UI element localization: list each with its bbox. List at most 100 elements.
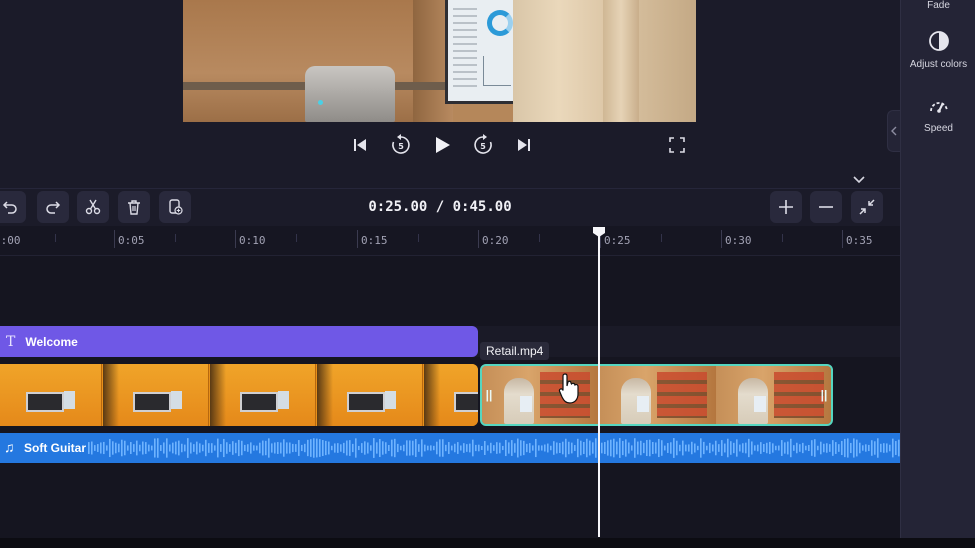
waveform-bar (394, 438, 396, 458)
waveform-bar (823, 443, 825, 453)
zoom-out-button[interactable] (810, 191, 842, 223)
fade-option[interactable]: Fade (901, 0, 975, 11)
waveform-bar (220, 444, 222, 452)
timecode-display: 0:25.00 / 0:45.00 (368, 199, 512, 215)
text-icon: T (6, 333, 16, 350)
ruler-tick (357, 230, 358, 248)
playhead-line[interactable] (598, 232, 600, 537)
waveform-bar (772, 443, 774, 453)
ruler-tick-minor (296, 234, 297, 242)
waveform-bar (751, 441, 753, 455)
waveform-bar (406, 440, 408, 456)
waveform-bar (892, 438, 894, 458)
ruler-label: 0:15 (361, 234, 388, 247)
waveform-bar (454, 443, 456, 453)
svg-text:5: 5 (480, 142, 486, 151)
waveform-bar (613, 438, 615, 458)
waveform-bar (496, 442, 498, 454)
waveform-bar (514, 443, 516, 453)
timeline-tracks[interactable]: T Welcome Retail.mp4 || || ♫ Soft Guitar (0, 256, 900, 538)
text-clip-welcome[interactable]: T Welcome (0, 326, 478, 357)
forward-5-button[interactable]: 5 (468, 130, 498, 160)
timeline-ruler[interactable]: 0:00 0:05 0:10 0:15 0:20 0:25 0:30 0:35 (0, 226, 900, 256)
trim-handle-left[interactable]: || (482, 366, 496, 424)
waveform-bar (808, 444, 810, 452)
preview-person-arm (603, 0, 639, 122)
video-clip-retail[interactable]: || || (480, 364, 833, 426)
undo-icon (2, 201, 17, 214)
skip-back-icon (354, 139, 366, 151)
waveform-bar (730, 441, 732, 455)
waveform-bar (142, 441, 144, 455)
trim-handle-right[interactable]: || (817, 366, 831, 424)
waveform-bar (304, 443, 306, 453)
waveform-bar (112, 441, 114, 455)
video-clip-intro[interactable] (0, 364, 478, 426)
waveform-bar (889, 444, 891, 452)
waveform-bar (298, 440, 300, 456)
ruler-label: 0:20 (482, 234, 509, 247)
waveform-bar (166, 438, 168, 458)
waveform-bar (472, 439, 474, 457)
waveform-bar (517, 438, 519, 458)
waveform-bar (712, 444, 714, 452)
waveform-bar (829, 444, 831, 452)
waveform-bar (160, 445, 162, 451)
waveform-bar (439, 439, 441, 457)
waveform-bar (847, 438, 849, 458)
clip-thumbnail (210, 364, 316, 426)
contrast-icon (928, 31, 949, 51)
waveform-bar (580, 440, 582, 456)
waveform-bar (451, 445, 453, 451)
playhead-handle[interactable] (592, 226, 606, 238)
waveform-bar (592, 442, 594, 454)
speed-label: Speed (924, 123, 953, 134)
waveform-bar (283, 439, 285, 457)
waveform-bar (595, 438, 597, 458)
waveform-bar (643, 442, 645, 454)
preview-donut-chart (487, 10, 513, 36)
collapse-panel-tab[interactable] (887, 110, 900, 152)
waveform-bar (880, 443, 882, 453)
waveform-bar (442, 439, 444, 457)
waveform-bar (238, 439, 240, 457)
video-preview[interactable] (183, 0, 696, 122)
skip-back-button[interactable] (345, 130, 375, 160)
save-frame-button[interactable] (159, 191, 191, 223)
speed-option[interactable]: Speed (901, 96, 975, 134)
preview-printer (305, 66, 395, 122)
audio-clip-soft-guitar[interactable]: ♫ Soft Guitar (0, 433, 900, 463)
undo-button[interactable] (0, 191, 26, 223)
waveform-bar (631, 445, 633, 451)
preview-monitor-sidebar (453, 8, 477, 88)
skip-forward-button[interactable] (509, 130, 539, 160)
delete-button[interactable] (118, 191, 150, 223)
waveform-bar (328, 441, 330, 455)
waveform-bar (544, 444, 546, 452)
waveform-bar (778, 445, 780, 451)
waveform-bar (775, 445, 777, 451)
ruler-label: 0:05 (118, 234, 145, 247)
play-button[interactable] (427, 130, 457, 160)
waveform-bar (415, 439, 417, 457)
preview-area: 5 5 (0, 0, 900, 188)
waveform-bar (682, 440, 684, 456)
waveform-bar (817, 445, 819, 451)
ruler-label: 0:30 (725, 234, 752, 247)
waveform-bar (430, 445, 432, 451)
waveform-bar (295, 444, 297, 452)
split-button[interactable] (77, 191, 109, 223)
waveform-bar (832, 440, 834, 456)
zoom-to-fit-button[interactable] (851, 191, 883, 223)
waveform-bar (475, 444, 477, 452)
waveform-bar (286, 442, 288, 454)
adjust-colors-option[interactable]: Adjust colors (901, 30, 975, 70)
ruler-label: 0:10 (239, 234, 266, 247)
zoom-in-button[interactable] (770, 191, 802, 223)
ruler-tick-minor (55, 234, 56, 242)
rewind-5-button[interactable]: 5 (386, 130, 416, 160)
redo-button[interactable] (37, 191, 69, 223)
expand-preview-button[interactable] (850, 174, 868, 186)
waveform-bar (367, 442, 369, 454)
fullscreen-button[interactable] (665, 133, 689, 157)
